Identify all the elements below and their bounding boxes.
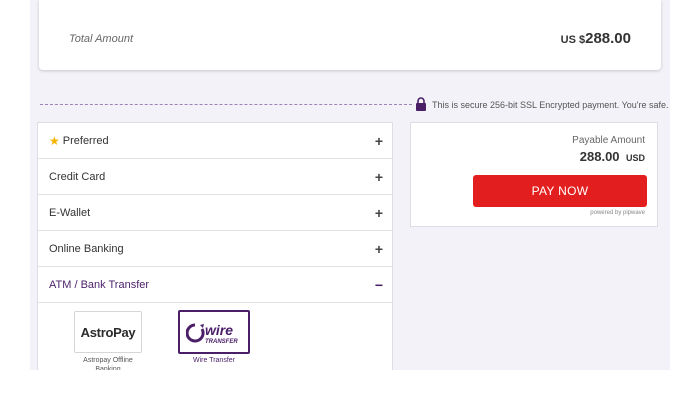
payable-amount-value: 288.00 USD	[580, 148, 645, 166]
method-label: ATM / Bank Transfer	[49, 278, 150, 291]
wire-transfer-caption: Wire Transfer	[192, 357, 235, 364]
method-preferred-label-wrap: ★ Preferred	[49, 135, 109, 147]
method-credit-card[interactable]: Credit Card +	[38, 159, 392, 195]
wire-transfer-logo: wire TRANSFER	[186, 322, 238, 345]
total-currency: US $	[560, 34, 586, 46]
total-amount-label: Total Amount	[69, 33, 134, 45]
total-amount-value: US $288.00	[561, 30, 631, 48]
payable-currency: USD	[625, 153, 645, 163]
astropay-logo: AstroPay	[75, 312, 141, 352]
section-divider	[40, 104, 412, 105]
astropay-caption: Astropay Offline Banking	[83, 357, 133, 370]
payable-amount-label: Payable Amount	[572, 135, 645, 146]
ssl-security-message: This is secure 256-bit SSL Encrypted pay…	[432, 100, 669, 110]
method-preferred[interactable]: ★ Preferred +	[38, 123, 392, 159]
total-amount-number: 288.00	[585, 30, 631, 47]
astropay-logo-text: AstroPay	[80, 324, 136, 340]
payable-amount-number: 288.00	[579, 149, 620, 164]
wire-logo-subtext: TRANSFER	[205, 339, 238, 345]
order-total-card: Total Amount US $288.00	[39, 0, 661, 70]
powered-by-text: powered by pipwave	[590, 210, 645, 216]
payment-summary-card: Payable Amount 288.00 USD PAY NOW powere…	[410, 122, 658, 227]
method-label: E-Wallet	[49, 206, 91, 219]
method-online-banking[interactable]: Online Banking +	[38, 231, 392, 267]
wire-transfer-option[interactable]: wire TRANSFER	[178, 310, 250, 354]
lock-icon	[416, 97, 426, 111]
expand-plus-icon[interactable]: +	[375, 206, 383, 220]
method-e-wallet[interactable]: E-Wallet +	[38, 195, 392, 231]
method-label: Preferred	[62, 134, 109, 147]
payment-methods-list: ★ Preferred + Credit Card + E-Wallet + O…	[37, 122, 393, 370]
pay-now-button[interactable]: PAY NOW	[473, 175, 647, 207]
collapse-minus-icon[interactable]: −	[375, 278, 383, 292]
bank-transfer-options: AstroPay Astropay Offline Banking wire T…	[38, 303, 392, 370]
method-label: Online Banking	[49, 242, 124, 255]
method-label: Credit Card	[49, 170, 106, 183]
checkout-page: Total Amount US $288.00 This is secure 2…	[30, 0, 670, 370]
expand-plus-icon[interactable]: +	[375, 242, 383, 256]
star-icon: ★	[49, 133, 60, 148]
expand-plus-icon[interactable]: +	[375, 134, 383, 148]
astropay-option[interactable]: AstroPay	[74, 311, 142, 353]
expand-plus-icon[interactable]: +	[375, 170, 383, 184]
method-atm-bank-transfer[interactable]: ATM / Bank Transfer −	[38, 267, 392, 303]
wire-logo-text: wire	[205, 322, 233, 338]
